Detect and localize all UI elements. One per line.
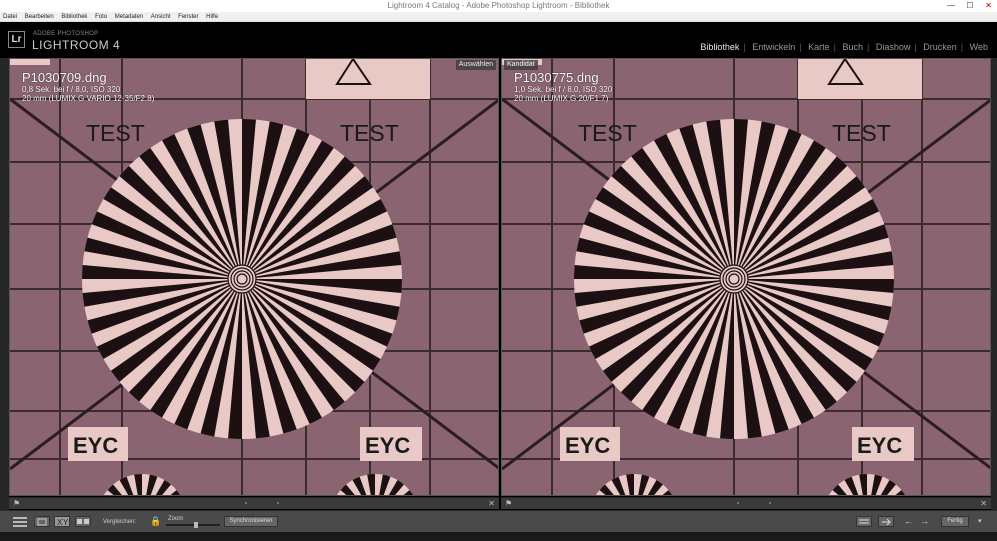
menu-ansicht[interactable]: Ansicht [148, 12, 174, 22]
loupe-view-icon[interactable] [34, 516, 50, 527]
survey-view-icon[interactable] [75, 516, 91, 527]
candidate-panel-footer: ⚑ ✕ [501, 497, 991, 509]
module-buch[interactable]: Buch [839, 42, 868, 52]
eyc-label: EYC [857, 433, 902, 458]
left-panel-collapsed[interactable] [0, 58, 9, 510]
top-box [798, 59, 922, 99]
zoom-slider[interactable] [166, 522, 220, 528]
top-box [10, 59, 50, 65]
candidate-tag: Kandidat [504, 60, 538, 70]
menu-bibliothek[interactable]: Bibliothek [58, 12, 90, 22]
test-label: TEST [86, 120, 145, 146]
rating-dot-icon[interactable] [277, 502, 279, 504]
menu-hilfe[interactable]: Hilfe [203, 12, 221, 22]
select-tag: Auswählen [455, 60, 496, 70]
module-separator: | [833, 42, 837, 52]
top-box [306, 59, 430, 99]
photo-info-overlay: P1030709.dng 0,8 Sek. bei f / 8,0, ISO 3… [22, 70, 154, 103]
eyc-label: EYC [365, 433, 410, 458]
rating-dot-icon[interactable] [737, 502, 739, 504]
window-title: Lightroom 4 Catalog - Adobe Photoshop Li… [387, 1, 610, 10]
compare-select-panel[interactable]: TEST TEST EYC EYC P1030709.dng 0,8 Sek. bei… [9, 58, 499, 496]
menu-datei[interactable]: Datei [0, 12, 20, 22]
module-web[interactable]: Web [966, 42, 992, 52]
flag-icon[interactable]: ⚑ [505, 498, 512, 510]
maximize-button[interactable]: ☐ [961, 0, 979, 12]
photo-lens: 20 mm (LUMIX G 20/F1.7) [514, 94, 609, 103]
module-separator: | [914, 42, 917, 52]
menu-foto[interactable]: Foto [92, 12, 110, 22]
photo-exposure: 1,0 Sek. bei f / 8,0, ISO 320 [514, 85, 613, 94]
grid-view-icon[interactable] [12, 516, 28, 527]
brand-small: ADOBE PHOTOSHOP [33, 31, 99, 37]
module-separator: | [960, 42, 964, 52]
toolbar-menu-chevron-down-icon[interactable]: ▾ [978, 516, 988, 527]
photo-filename: P1030709.dng [22, 70, 107, 85]
module-diashow[interactable]: Diashow [872, 42, 915, 52]
module-entwickeln[interactable]: Entwickeln [748, 42, 799, 52]
right-panel-collapsed[interactable] [991, 58, 997, 510]
test-label: TEST [578, 120, 637, 146]
make-select-icon[interactable] [878, 516, 894, 527]
compare-label: Vergleichen: [103, 519, 137, 525]
eyc-label: EYC [565, 433, 610, 458]
minimize-button[interactable]: — [942, 0, 960, 12]
photo-exposure: 0,8 Sek. bei f / 8,0, ISO 320 [22, 85, 121, 94]
sync-button[interactable]: Synchronisieren [224, 516, 278, 527]
menu-bearbeiten[interactable]: Bearbeiten [22, 12, 57, 22]
menu-metadaten[interactable]: Metadaten [112, 12, 146, 22]
previous-arrow-icon[interactable]: ← [904, 516, 914, 527]
zoom-slider-thumb[interactable] [194, 522, 198, 528]
compare-view-icon[interactable]: XY [54, 516, 70, 527]
done-button[interactable]: Fertig [941, 516, 969, 527]
close-button[interactable]: ✕ [980, 0, 997, 12]
module-karte[interactable]: Karte [804, 42, 834, 52]
eyc-label: EYC [73, 433, 118, 458]
rating-dot-icon[interactable] [245, 502, 247, 504]
brand-name: LIGHTROOM 4 [32, 38, 121, 52]
window-title-bar: Lightroom 4 Catalog - Adobe Photoshop Li… [0, 0, 997, 12]
test-chart-image: TEST TEST EYC EYC [502, 59, 990, 495]
flag-icon[interactable]: ⚑ [13, 498, 20, 510]
test-label: TEST [832, 120, 891, 146]
photo-filename: P1030775.dng [514, 70, 599, 85]
swap-icon[interactable] [856, 516, 872, 527]
module-separator: | [743, 42, 746, 52]
menu-fenster[interactable]: Fenster [175, 12, 201, 22]
test-chart-image: TEST TEST EYC EYC [10, 59, 498, 495]
next-arrow-icon[interactable]: → [920, 516, 930, 527]
module-drucken[interactable]: Drucken [919, 42, 961, 52]
close-icon[interactable]: ✕ [980, 498, 987, 510]
photo-info-overlay: P1030775.dng 1,0 Sek. bei f / 8,0, ISO 3… [514, 70, 612, 103]
toolbar: XY Vergleichen: 🔒 Zoom Synchronisieren ←… [0, 510, 997, 532]
select-panel-footer: ⚑ ✕ [9, 497, 499, 509]
module-separator: | [867, 42, 870, 52]
module-separator: | [799, 42, 802, 52]
identity-plate: Lr ADOBE PHOTOSHOP LIGHTROOM 4 Bibliothe… [0, 22, 997, 58]
filmstrip-collapsed[interactable] [0, 532, 997, 541]
lightroom-logo-icon: Lr [8, 31, 25, 48]
zoom-label: Zoom [168, 516, 184, 522]
lock-icon[interactable]: 🔒 [150, 516, 161, 527]
module-picker: Bibliothek | Entwickeln | Karte | Buch | Dia… [696, 42, 992, 52]
menu-bar: Datei Bearbeiten Bibliothek Foto Metadat… [0, 12, 997, 22]
svg-text:Y: Y [63, 518, 69, 526]
test-label: TEST [340, 120, 399, 146]
rating-dot-icon[interactable] [769, 502, 771, 504]
photo-lens: 20 mm (LUMIX G VARIO 12-35/F2.8) [22, 94, 155, 103]
close-icon[interactable]: ✕ [488, 498, 495, 510]
compare-candidate-panel[interactable]: TEST TEST EYC EYC P1030775.dng 1,0 Sek. bei… [501, 58, 991, 496]
module-bibliothek[interactable]: Bibliothek [696, 42, 743, 52]
